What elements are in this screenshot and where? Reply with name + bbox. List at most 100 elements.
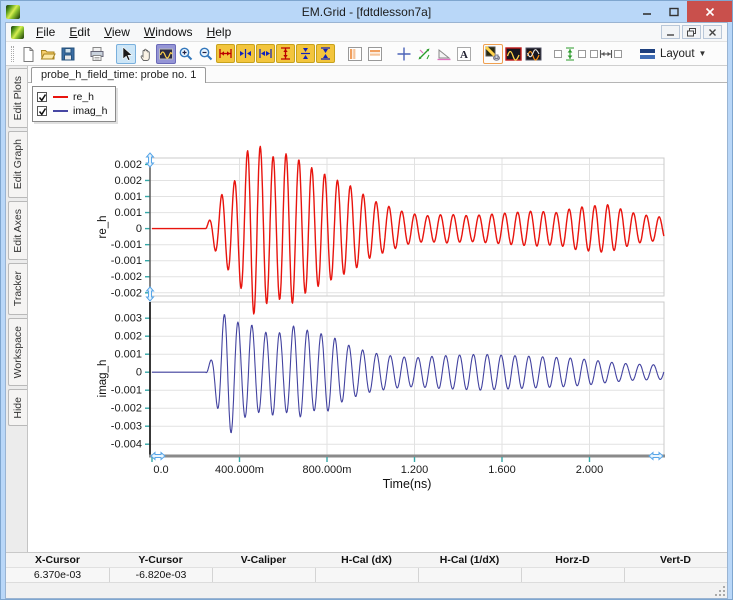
save-icon bbox=[60, 46, 76, 62]
save-button[interactable] bbox=[58, 44, 78, 64]
v-fit-icon bbox=[278, 46, 293, 61]
y-tick-label: -0.002 bbox=[111, 403, 142, 415]
axis-handle[interactable] bbox=[147, 287, 154, 301]
plot-document-area: re_himag_h 0.0020.0020.0010.0010-0.001-0… bbox=[28, 83, 727, 552]
mdi-restore-button[interactable] bbox=[682, 25, 701, 39]
toolbar-grip[interactable] bbox=[11, 46, 14, 62]
v-shrink-icon bbox=[318, 46, 333, 61]
sidebar-tab-hide[interactable]: Hide bbox=[8, 389, 27, 427]
h-expand-button[interactable] bbox=[236, 44, 255, 63]
legend-checkbox-re_h[interactable] bbox=[37, 92, 47, 102]
x-tick-label: 0.0 bbox=[153, 464, 168, 476]
y-tick-label: 0.002 bbox=[114, 331, 142, 343]
y-tick-label: -0.002 bbox=[111, 271, 142, 283]
sidebar-tab-workspace[interactable]: Workspace bbox=[8, 318, 27, 386]
fill-style-button[interactable] bbox=[483, 44, 503, 64]
legend-checkbox-imag_h[interactable] bbox=[37, 106, 47, 116]
mdi-close-button[interactable] bbox=[703, 25, 722, 39]
resize-grip[interactable] bbox=[714, 585, 726, 597]
menu-item-edit[interactable]: Edit bbox=[62, 24, 97, 40]
crosshair-button[interactable] bbox=[394, 44, 414, 64]
y-tick-label: 0.003 bbox=[114, 313, 142, 325]
print-icon bbox=[89, 46, 105, 62]
layout-icon bbox=[640, 48, 656, 60]
v-shrink-button[interactable] bbox=[316, 44, 335, 63]
h-shrink-button[interactable] bbox=[256, 44, 275, 63]
plot-wave-alt-button[interactable] bbox=[523, 44, 543, 64]
y-tick-label: 0 bbox=[136, 367, 142, 379]
series-curve-imag_h bbox=[152, 315, 664, 433]
y-tick-label: -0.001 bbox=[111, 255, 142, 267]
text-annotation-button[interactable]: A bbox=[454, 44, 474, 64]
zoom-out-button[interactable] bbox=[196, 44, 216, 64]
h-fit-icon bbox=[218, 46, 233, 61]
y-tick-label: 0.002 bbox=[114, 159, 142, 171]
y-tick-label: -0.001 bbox=[111, 385, 142, 397]
v-expand-icon bbox=[298, 46, 313, 61]
minimize-icon bbox=[642, 7, 652, 17]
maximize-icon bbox=[669, 7, 679, 17]
close-button[interactable] bbox=[687, 1, 732, 22]
legend-line-sample bbox=[53, 110, 68, 112]
sidebar-tab-tracker[interactable]: Tracker bbox=[8, 263, 27, 314]
plot-svg[interactable]: 0.0020.0020.0010.0010-0.001-0.001-0.002-… bbox=[28, 83, 731, 557]
axis-handle[interactable] bbox=[147, 153, 154, 167]
menu-item-windows[interactable]: Windows bbox=[137, 24, 200, 40]
status-value-v-caliper bbox=[212, 568, 315, 582]
sidebar-tab-edit-axes[interactable]: Edit Axes bbox=[8, 201, 27, 261]
pan-icon bbox=[138, 46, 154, 62]
split-columns-button[interactable] bbox=[345, 44, 365, 64]
x-tick-label: 800.000m bbox=[303, 464, 352, 476]
legend-row-re_h: re_h bbox=[37, 90, 107, 104]
sidebar-tab-label: Tracker bbox=[12, 271, 24, 306]
new-icon bbox=[20, 46, 36, 62]
h-expand-icon bbox=[238, 46, 253, 61]
document-tab-bar: probe_h_field_time: probe no. 1 bbox=[28, 66, 727, 83]
fit-width-boxes-button[interactable] bbox=[588, 44, 624, 64]
v-expand-button[interactable] bbox=[296, 44, 315, 63]
move-axes-button[interactable] bbox=[414, 44, 434, 64]
x-tick-label: 1.600 bbox=[488, 464, 516, 476]
v-fit-button[interactable] bbox=[276, 44, 295, 63]
menu-item-view[interactable]: View bbox=[97, 24, 137, 40]
fit-width-boxes-icon bbox=[589, 46, 623, 62]
sidebar-tab-edit-graph[interactable]: Edit Graph bbox=[8, 131, 27, 197]
maximize-button[interactable] bbox=[660, 1, 687, 22]
layout-button[interactable]: Layout ▼ bbox=[633, 45, 713, 63]
fit-height-boxes-button[interactable] bbox=[552, 44, 588, 64]
zoom-in-icon bbox=[178, 46, 194, 62]
open-button[interactable] bbox=[38, 44, 58, 64]
menu-item-help[interactable]: Help bbox=[200, 24, 239, 40]
slope-marker-button[interactable] bbox=[434, 44, 454, 64]
axis-handle[interactable] bbox=[649, 453, 663, 460]
h-fit-button[interactable] bbox=[216, 44, 235, 63]
minimize-button[interactable] bbox=[633, 1, 660, 22]
zoom-in-button[interactable] bbox=[176, 44, 196, 64]
zoom-out-icon bbox=[198, 46, 214, 62]
y-tick-label: -0.003 bbox=[111, 421, 142, 433]
close-icon bbox=[705, 7, 715, 17]
print-button[interactable] bbox=[87, 44, 107, 64]
y-tick-label: 0.002 bbox=[114, 175, 142, 187]
axis-handle[interactable] bbox=[151, 453, 165, 460]
pointer-button[interactable] bbox=[116, 44, 136, 64]
title-bar: EM.Grid - [fdtdlesson7a] bbox=[1, 1, 732, 22]
zoom-window-icon bbox=[158, 46, 174, 62]
y-tick-label: -0.002 bbox=[111, 287, 142, 299]
sidebar-tab-edit-plots[interactable]: Edit Plots bbox=[8, 68, 27, 128]
series-curve-re_h bbox=[152, 146, 664, 314]
plot-wave-button[interactable] bbox=[503, 44, 523, 64]
document-tab[interactable]: probe_h_field_time: probe no. 1 bbox=[31, 67, 206, 83]
zoom-window-button[interactable] bbox=[156, 44, 176, 64]
pan-button[interactable] bbox=[136, 44, 156, 64]
sidebar-tab-label: Edit Graph bbox=[12, 139, 24, 189]
y-tick-label: 0 bbox=[136, 223, 142, 235]
menu-item-file[interactable]: File bbox=[29, 24, 62, 40]
mdi-minimize-button[interactable] bbox=[661, 25, 680, 39]
status-value-h-cal-1-dx- bbox=[418, 568, 521, 582]
svg-text:A: A bbox=[460, 49, 468, 61]
y-tick-label: -0.001 bbox=[111, 239, 142, 251]
split-rows-button[interactable] bbox=[365, 44, 385, 64]
plot-wave-alt-icon bbox=[525, 46, 542, 62]
new-button[interactable] bbox=[18, 44, 38, 64]
